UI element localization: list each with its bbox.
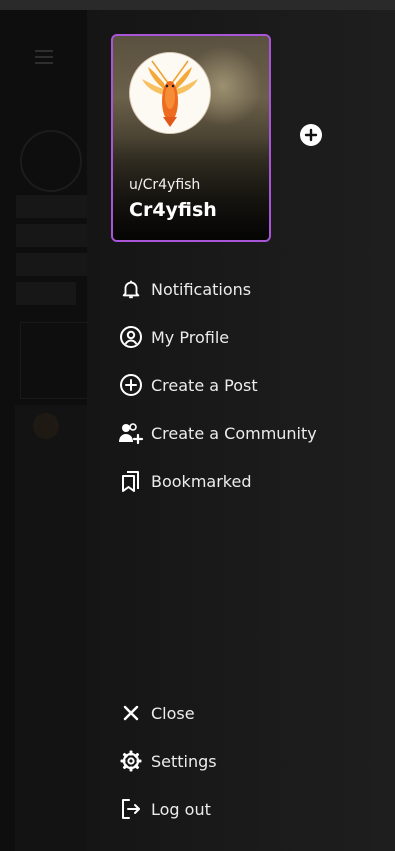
logout-icon [117, 795, 145, 823]
menu-label: Notifications [151, 279, 252, 299]
plus-icon [304, 128, 318, 142]
account-display-name: Cr4yfish [129, 199, 217, 221]
plus-circle-icon [117, 371, 145, 399]
avatar [129, 52, 211, 134]
top-status-bar [0, 0, 395, 10]
account-card[interactable]: u/Cr4yfish Cr4yfish [111, 34, 271, 242]
menu-label: Create a Community [151, 423, 317, 443]
menu-label: My Profile [151, 327, 230, 347]
gear-icon [117, 747, 145, 775]
menu-label: Bookmarked [151, 471, 252, 491]
menu-item-create-community[interactable]: Create a Community [117, 419, 317, 447]
user-circle-icon [117, 323, 145, 351]
menu-label: Create a Post [151, 375, 258, 395]
menu-item-notifications[interactable]: Notifications [117, 275, 251, 303]
menu-item-bookmarked[interactable]: Bookmarked [117, 467, 251, 495]
add-account-button[interactable] [300, 124, 322, 146]
bell-icon [117, 275, 145, 303]
side-drawer: u/Cr4yfish Cr4yfish Notifications My Pro… [87, 10, 395, 851]
crayfish-icon [130, 53, 210, 133]
account-handle: u/Cr4yfish [129, 177, 201, 193]
menu-item-close[interactable]: Close [117, 699, 195, 727]
menu-item-create-post[interactable]: Create a Post [117, 371, 258, 399]
menu-label: Log out [151, 799, 211, 819]
menu-item-logout[interactable]: Log out [117, 795, 211, 823]
bookmarks-icon [117, 467, 145, 495]
users-plus-icon [117, 419, 145, 447]
menu-item-settings[interactable]: Settings [117, 747, 217, 775]
close-icon [117, 699, 145, 727]
menu-label: Settings [151, 751, 217, 771]
menu-item-my-profile[interactable]: My Profile [117, 323, 229, 351]
menu-label: Close [151, 703, 195, 723]
